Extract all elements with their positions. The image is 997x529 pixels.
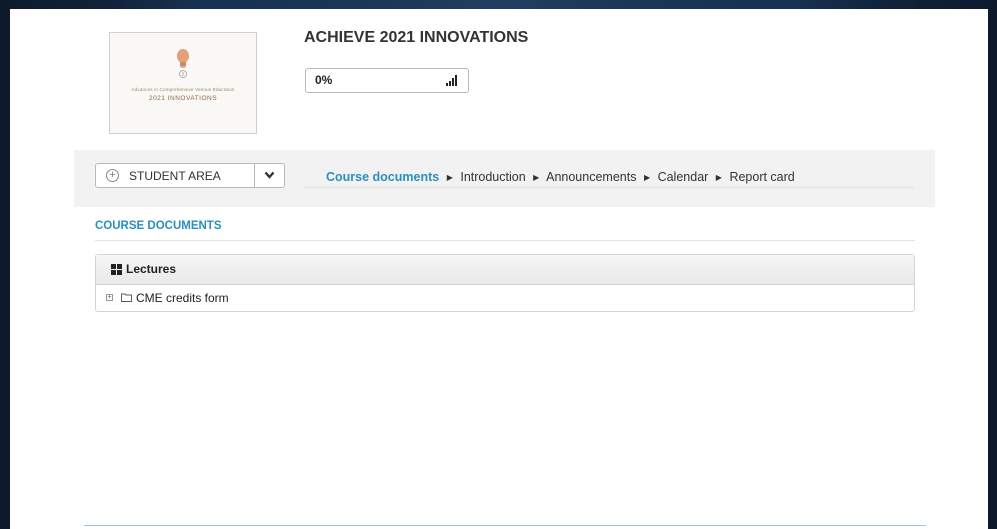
breadcrumb-report-card[interactable]: Report card: [729, 170, 794, 184]
grid-icon: [111, 264, 122, 275]
breadcrumb-announcements[interactable]: Announcements: [546, 170, 636, 184]
expand-icon[interactable]: +: [106, 294, 113, 301]
course-logo: Advances in Comprehensive Venous Educati…: [109, 32, 257, 134]
breadcrumb-calendar[interactable]: Calendar: [658, 170, 709, 184]
progress-indicator: 0%: [305, 68, 469, 93]
progress-label: 0%: [315, 73, 333, 87]
list-item[interactable]: + CME credits form: [96, 285, 914, 312]
caret-right-icon: ▶: [446, 173, 453, 182]
list-item-label[interactable]: CME credits form: [136, 291, 229, 305]
student-area-dropdown-button[interactable]: [255, 163, 285, 188]
course-toolbar: + STUDENT AREA Course documents ▶ Introd…: [74, 150, 935, 207]
student-area-label: STUDENT AREA: [129, 169, 221, 183]
footer-divider: [84, 525, 926, 526]
folder-icon: [121, 293, 132, 302]
lightbulb-icon: [177, 49, 189, 78]
signal-bars-icon: [446, 75, 457, 86]
student-area-button[interactable]: + STUDENT AREA: [95, 163, 255, 188]
course-page: Advances in Comprehensive Venous Educati…: [10, 9, 988, 529]
panel-title: Lectures: [126, 262, 177, 276]
logo-subtitle: Advances in Comprehensive Venous Educati…: [131, 87, 235, 92]
caret-right-icon: ▶: [715, 173, 722, 182]
plus-circle-icon: +: [106, 169, 119, 182]
breadcrumb-course-documents[interactable]: Course documents: [326, 170, 439, 184]
panel-header: Lectures: [96, 255, 914, 285]
course-title: ACHIEVE 2021 INNOVATIONS: [304, 29, 529, 46]
breadcrumb: Course documents ▶ Introduction ▶ Announ…: [304, 163, 914, 188]
chevron-down-icon: [264, 171, 275, 179]
logo-title: 2021 INNOVATIONS: [148, 95, 218, 102]
section-divider: [95, 240, 915, 241]
breadcrumb-introduction[interactable]: Introduction: [460, 170, 525, 184]
section-title: COURSE DOCUMENTS: [95, 220, 222, 232]
caret-right-icon: ▶: [533, 173, 540, 182]
caret-right-icon: ▶: [643, 173, 651, 182]
lectures-panel: Lectures + CME credits form: [95, 254, 915, 312]
